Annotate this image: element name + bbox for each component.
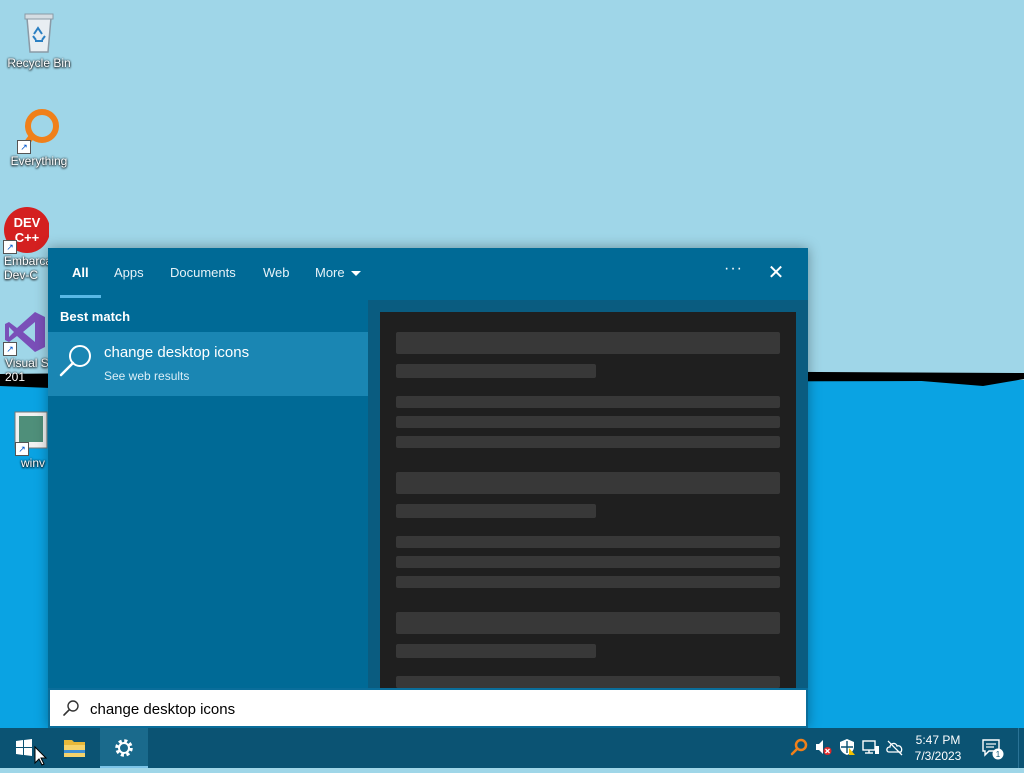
chevron-down-icon [350, 271, 361, 277]
preview-pane [368, 300, 808, 688]
network-icon[interactable] [862, 738, 880, 756]
shortcut-arrow-icon: ↗ [3, 240, 17, 254]
desktop-icon-recycle-bin[interactable]: Recycle Bin [1, 8, 77, 70]
clock-time: 5:47 PM [915, 733, 961, 747]
folder-icon [64, 740, 85, 757]
placeholder-line [396, 332, 780, 354]
shortcut-arrow-icon: ↗ [3, 342, 17, 356]
search-box [48, 688, 808, 728]
shortcut-arrow-icon: ↗ [17, 140, 31, 154]
placeholder-line [396, 644, 596, 658]
more-options-button[interactable]: ··· [724, 260, 743, 278]
web-search-icon [59, 345, 91, 377]
shortcut-arrow-icon: ↗ [15, 442, 29, 456]
desktop-icon-visual-studio[interactable]: ↗ Visual St 201 [1, 308, 49, 384]
placeholder-line [396, 396, 780, 408]
desktop-icon-dev-cpp[interactable]: DEV C++ ↗ Embarca Dev-C [1, 206, 49, 282]
best-match-heading: Best match [60, 309, 131, 324]
search-tabs: All Apps Documents Web More ··· ✕ [48, 248, 808, 300]
system-clock[interactable]: 5:47 PM 7/3/2023 [906, 732, 970, 764]
active-tab-indicator [60, 295, 101, 298]
windows-logo-icon [16, 739, 48, 766]
search-input[interactable] [88, 696, 792, 722]
recycle-bin-icon [15, 8, 63, 56]
notification-count: 1 [996, 750, 1001, 759]
everything-search-icon: ↗ [15, 106, 63, 154]
taskbar: 5:47 PM 7/3/2023 1 [0, 728, 1024, 768]
placeholder-line [396, 676, 780, 688]
desktop-icon-everything[interactable]: ↗ Everything [1, 106, 77, 168]
dev-cpp-icon: DEV C++ ↗ [1, 206, 49, 254]
placeholder-line [396, 536, 780, 548]
best-match-result[interactable]: change desktop icons See web results [48, 332, 368, 396]
desktop-icon-label: Visual St 201 [5, 356, 49, 384]
tab-more-label: More [315, 265, 345, 280]
preview-loading [380, 312, 796, 688]
svg-text:C++: C++ [15, 230, 40, 245]
results-pane: Best match change desktop icons See web … [48, 300, 368, 688]
volume-muted-icon[interactable] [814, 738, 832, 756]
placeholder-line [396, 612, 780, 634]
everything-tray-icon[interactable] [790, 738, 808, 756]
onedrive-offline-icon[interactable] [886, 738, 904, 756]
placeholder-line [396, 472, 780, 494]
result-title: change desktop icons [104, 344, 250, 361]
desktop-icon-label: winv [21, 456, 46, 470]
search-icon [63, 700, 79, 716]
placeholder-line [396, 504, 596, 518]
settings-button[interactable] [100, 728, 148, 768]
desktop-icon-label: Embarca Dev-C [4, 254, 49, 282]
start-button[interactable] [0, 728, 48, 768]
placeholder-line [396, 416, 780, 428]
svg-text:DEV: DEV [14, 215, 41, 230]
gear-icon [115, 739, 133, 757]
tab-all[interactable]: All [72, 265, 89, 280]
action-center-icon[interactable]: 1 [980, 736, 1004, 760]
tab-documents[interactable]: Documents [170, 265, 236, 280]
placeholder-line [396, 556, 780, 568]
search-flyout: All Apps Documents Web More ··· ✕ Best m… [48, 248, 808, 728]
winver-icon: ↗ [1, 408, 49, 456]
show-desktop-button[interactable] [1018, 728, 1024, 768]
tab-apps[interactable]: Apps [114, 265, 144, 280]
result-subtitle: See web results [104, 369, 190, 383]
desktop-icon-winver[interactable]: ↗ winv [1, 408, 49, 470]
placeholder-line [396, 436, 780, 448]
tab-web[interactable]: Web [263, 265, 290, 280]
visual-studio-icon: ↗ [1, 308, 49, 356]
file-explorer-button[interactable] [50, 728, 98, 768]
tab-more[interactable]: More [315, 265, 361, 280]
security-shield-icon[interactable] [838, 738, 856, 756]
desktop-icon-label: Recycle Bin [7, 56, 71, 70]
placeholder-line [396, 364, 596, 378]
clock-date: 7/3/2023 [914, 749, 962, 763]
desktop-icon-label: Everything [10, 154, 68, 168]
close-button[interactable]: ✕ [764, 261, 788, 285]
placeholder-line [396, 576, 780, 588]
